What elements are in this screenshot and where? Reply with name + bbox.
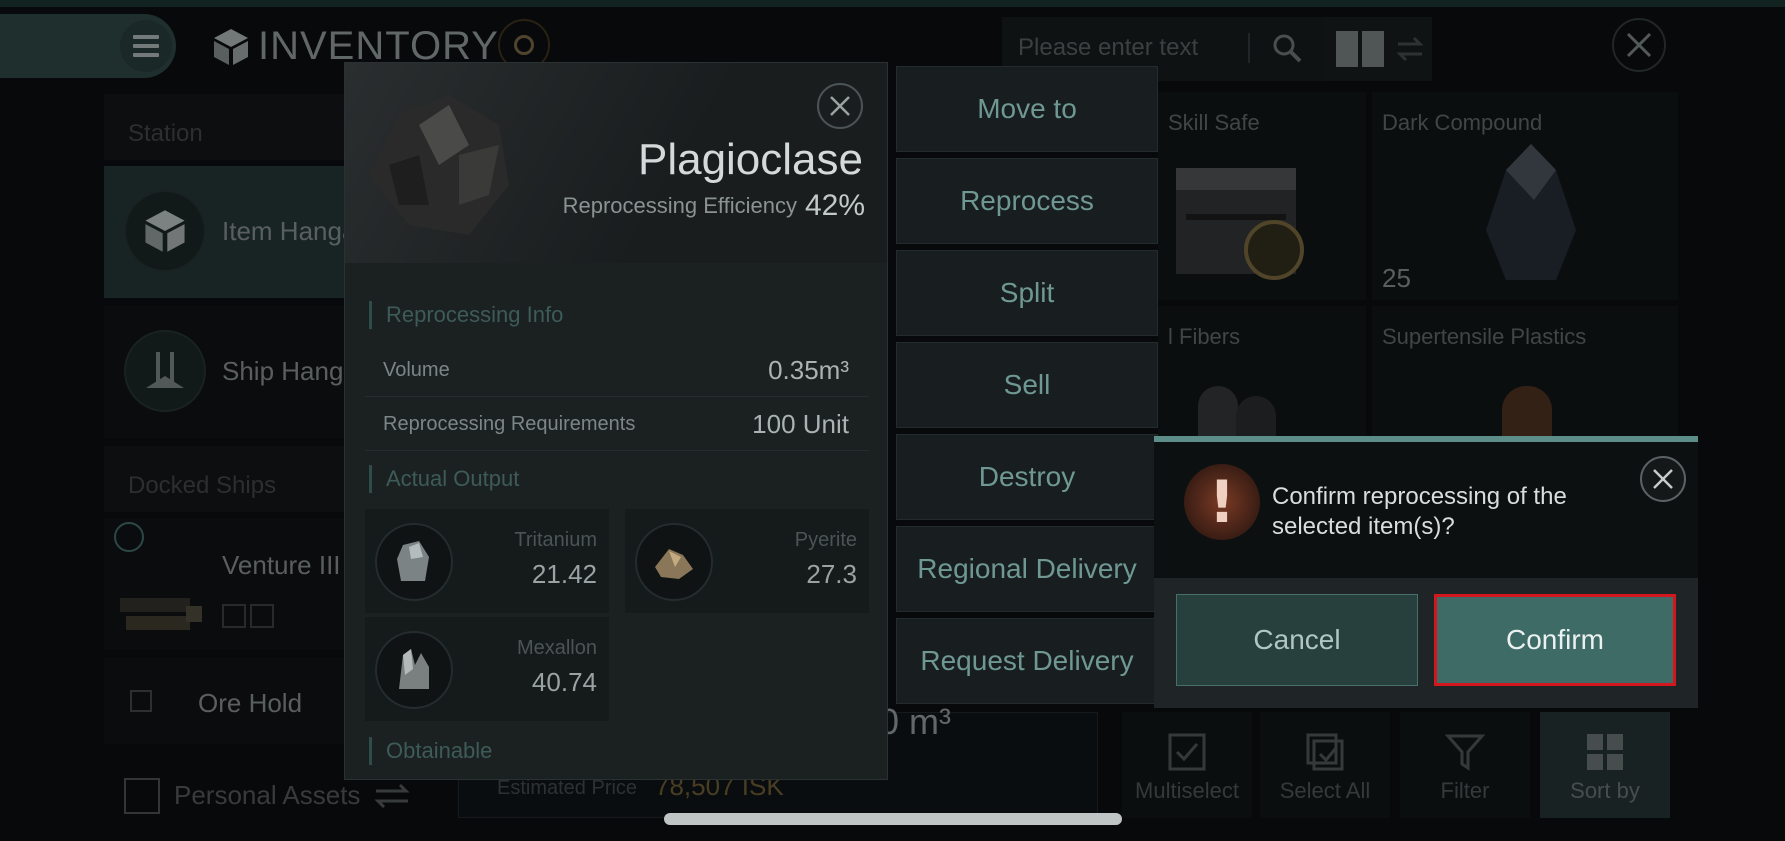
volume-label: Volume [383, 359, 450, 381]
tritanium-icon [375, 523, 453, 601]
efficiency-label: Reprocessing Efficiency [562, 193, 797, 218]
cancel-button[interactable]: Cancel [1176, 594, 1418, 686]
mexallon-icon [375, 631, 453, 709]
output-value: 40.74 [531, 667, 597, 697]
confirm-button[interactable]: Confirm [1434, 594, 1676, 686]
split-button[interactable]: Split [896, 250, 1158, 336]
close-icon [1653, 469, 1673, 489]
sell-button[interactable]: Sell [896, 342, 1158, 428]
output-card-mexallon: Mexallon 40.74 [365, 617, 609, 721]
close-icon [830, 96, 850, 116]
efficiency-value: 42% [804, 189, 865, 222]
dialog-header: ! Confirm reprocessing of the selected i… [1154, 442, 1698, 578]
output-card-tritanium: Tritanium 21.42 [365, 509, 609, 613]
close-dialog-button[interactable] [1640, 456, 1686, 502]
home-indicator[interactable] [664, 813, 1122, 825]
close-detail-button[interactable] [817, 83, 863, 129]
plagioclase-ore-icon [369, 95, 509, 235]
output-name: Tritanium [514, 529, 597, 551]
dialog-message: Confirm reprocessing of the selected ite… [1272, 483, 1567, 540]
output-value: 21.42 [531, 559, 597, 589]
reprocessing-info-heading: Reprocessing Info [369, 301, 563, 329]
requirements-label: Reprocessing Requirements [383, 413, 636, 435]
pyerite-icon [635, 523, 713, 601]
item-detail-panel: Plagioclase Reprocessing Efficiency 42% … [344, 62, 888, 780]
actual-output-heading: Actual Output [369, 465, 519, 493]
warning-icon: ! [1184, 464, 1260, 540]
request-delivery-button[interactable]: Request Delivery [896, 618, 1158, 704]
requirements-row: Reprocessing Requirements 100 Unit [365, 399, 869, 451]
volume-value: 0.35m³ [768, 355, 849, 385]
volume-row: Volume 0.35m³ [365, 345, 869, 397]
obtainable-heading: Obtainable [369, 737, 492, 765]
output-value: 27.3 [806, 559, 857, 589]
reprocess-button[interactable]: Reprocess [896, 158, 1158, 244]
move-to-button[interactable]: Move to [896, 66, 1158, 152]
requirements-value: 100 Unit [752, 409, 849, 439]
output-name: Mexallon [516, 637, 597, 659]
confirm-dialog: ! Confirm reprocessing of the selected i… [1154, 436, 1698, 708]
output-card-pyerite: Pyerite 27.3 [625, 509, 869, 613]
modal-backdrop[interactable] [0, 0, 1785, 841]
output-name: Pyerite [794, 529, 857, 551]
item-name: Plagioclase [637, 135, 863, 184]
destroy-button[interactable]: Destroy [896, 434, 1158, 520]
regional-delivery-button[interactable]: Regional Delivery [896, 526, 1158, 612]
